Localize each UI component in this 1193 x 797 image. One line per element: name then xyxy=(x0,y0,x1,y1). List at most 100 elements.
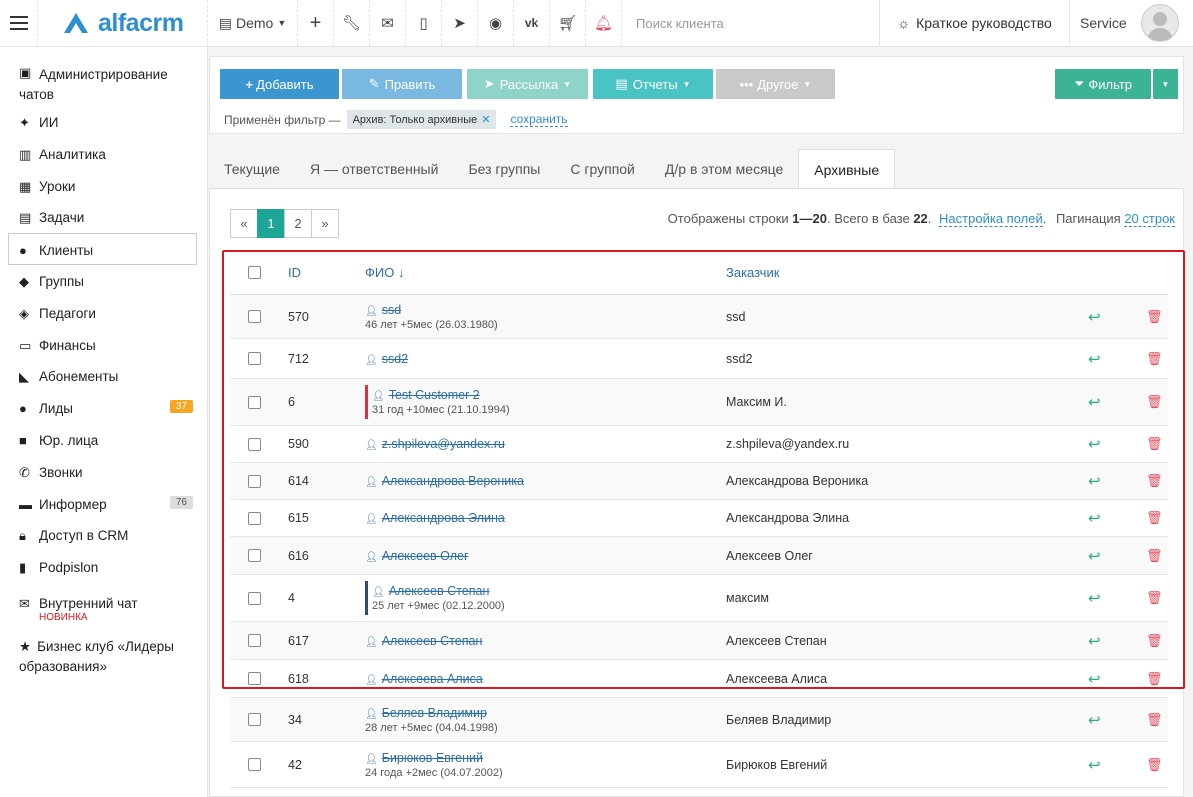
table-row[interactable]: 614 👤︎ Александрова Вероника Александрова В… xyxy=(230,463,1168,500)
row-checkbox[interactable] xyxy=(248,463,261,499)
tab-archived[interactable]: Архивные xyxy=(798,149,896,189)
restore-icon[interactable]: ↩ xyxy=(1088,339,1101,378)
user-menu[interactable]: Service xyxy=(1070,0,1193,46)
client-name-link[interactable]: 👤︎ Алексеев Олег xyxy=(365,549,469,563)
sidebar-item-lessons[interactable]: ▦ Уроки xyxy=(0,170,207,202)
client-name-link[interactable]: 👤︎ Алексеева Алиса xyxy=(365,672,483,686)
quick-guide-button[interactable]: ☼ Краткое руководство xyxy=(880,0,1070,46)
trash-icon[interactable]: 🗑︎ xyxy=(1146,426,1163,462)
avatar[interactable] xyxy=(1140,4,1179,42)
page-size-link[interactable]: 20 строк xyxy=(1124,211,1175,227)
table-row[interactable]: 712 👤︎ ssd2 ssd2 ↩ 🗑︎ xyxy=(230,339,1168,379)
sidebar-item-legal-entities[interactable]: ■ Юр. лица xyxy=(0,424,207,456)
table-row[interactable]: 615 👤︎ Александрова Элина Александрова Элин… xyxy=(230,500,1168,537)
row-checkbox[interactable] xyxy=(248,622,261,659)
trash-icon[interactable]: 🗑︎ xyxy=(1146,339,1163,378)
client-search-input[interactable]: Поиск клиента xyxy=(622,0,880,46)
sidebar-item-crm-access[interactable]: 🔒︎ Доступ в CRM xyxy=(0,519,207,551)
plus-icon[interactable]: + xyxy=(298,0,334,46)
page-2[interactable]: 2 xyxy=(284,209,312,238)
filter-button[interactable]: ⏷ Фильтр xyxy=(1055,69,1151,99)
tab-responsible[interactable]: Я — ответственный xyxy=(295,149,453,189)
restore-icon[interactable]: ↩ xyxy=(1088,660,1101,697)
sidebar-item-chat-admin[interactable]: ▣ Администрирование чатов xyxy=(0,59,207,106)
sidebar-item-podpislon[interactable]: ▮ Podpislon xyxy=(0,551,207,583)
sidebar-item-analytics[interactable]: ▥ Аналитика xyxy=(0,138,207,170)
trash-icon[interactable]: 🗑︎ xyxy=(1146,295,1163,338)
row-checkbox[interactable] xyxy=(248,295,261,338)
field-settings-link[interactable]: Настройка полей xyxy=(939,211,1043,227)
client-name-link[interactable]: 👤︎ Бирюков Евгений xyxy=(365,751,503,765)
tab-with-group[interactable]: С группой xyxy=(555,149,650,189)
restore-icon[interactable]: ↩ xyxy=(1088,295,1101,338)
filter-dropdown-button[interactable]: ▼ xyxy=(1153,69,1178,99)
row-checkbox[interactable] xyxy=(248,660,261,697)
add-button[interactable]: + Добавить xyxy=(220,69,339,99)
restore-icon[interactable]: ↩ xyxy=(1088,426,1101,462)
trash-icon[interactable]: 🗑︎ xyxy=(1146,500,1163,536)
tab-current[interactable]: Текущие xyxy=(209,149,295,189)
select-all-checkbox[interactable] xyxy=(248,266,261,279)
edit-button[interactable]: ✎ Править xyxy=(342,69,462,99)
trash-icon[interactable]: 🗑︎ xyxy=(1146,622,1163,659)
mobile-icon[interactable]: ▯ xyxy=(406,0,442,46)
logo[interactable]: alfacrm xyxy=(38,0,208,46)
row-checkbox[interactable] xyxy=(248,698,261,741)
cart-icon[interactable]: 🛒︎ xyxy=(550,0,586,46)
row-checkbox[interactable] xyxy=(248,575,261,621)
restore-icon[interactable]: ↩ xyxy=(1088,575,1101,621)
menu-icon[interactable] xyxy=(0,0,38,46)
reports-button[interactable]: ▤ Отчеты ▼ xyxy=(593,69,713,99)
vk-icon[interactable]: vk xyxy=(514,0,550,46)
table-row[interactable]: 34 👤︎ Беляев Владимир 28 лет +5мес (04.04.1… xyxy=(230,698,1168,742)
telegram-icon[interactable]: ➤ xyxy=(442,0,478,46)
trash-icon[interactable]: 🗑︎ xyxy=(1146,742,1163,787)
wrench-icon[interactable]: 🔧︎ xyxy=(334,0,370,46)
sidebar-item-finance[interactable]: ▭ Финансы xyxy=(0,329,207,361)
header-name[interactable]: ФИО ↓ xyxy=(365,265,404,280)
save-filter-link[interactable]: сохранить xyxy=(510,112,568,127)
sidebar-item-tasks[interactable]: ▤ Задачи xyxy=(0,201,207,233)
client-name-link[interactable]: 👤︎ ssd xyxy=(365,303,498,317)
row-checkbox[interactable] xyxy=(248,426,261,462)
restore-icon[interactable]: ↩ xyxy=(1088,698,1101,741)
client-name-link[interactable]: 👤︎ Алексеев Степан xyxy=(372,584,505,598)
page-prev[interactable]: « xyxy=(230,209,258,238)
page-1[interactable]: 1 xyxy=(257,209,285,238)
header-customer[interactable]: Заказчик xyxy=(726,265,779,280)
trash-icon[interactable]: 🗑︎ xyxy=(1146,537,1163,574)
table-row[interactable]: 616 👤︎ Алексеев Олег Алексеев Олег ↩ 🗑︎ xyxy=(230,537,1168,575)
row-checkbox[interactable] xyxy=(248,500,261,536)
client-name-link[interactable]: 👤︎ Беляев Владимир xyxy=(365,706,498,720)
table-row[interactable]: 590 👤︎ z.shpileva@yandex.ru z.shpileva@yand… xyxy=(230,426,1168,463)
trash-icon[interactable]: 🗑︎ xyxy=(1146,379,1163,425)
table-row[interactable]: 4 👤︎ Алексеев Степан 25 лет +9мес (02.12.20… xyxy=(230,575,1168,622)
row-checkbox[interactable] xyxy=(248,339,261,378)
sidebar-item-informer[interactable]: ▬ Информер 76 xyxy=(0,488,207,520)
branch-select[interactable]: ▤ Demo ▼ xyxy=(208,0,298,46)
row-checkbox[interactable] xyxy=(248,379,261,425)
other-button[interactable]: ••• Другое ▼ xyxy=(716,69,835,99)
mailing-button[interactable]: ➤ Рассылка ▼ xyxy=(467,69,588,99)
bell-icon[interactable]: 🔔︎ xyxy=(586,0,622,46)
client-name-link[interactable]: 👤︎ Test Customer 2 xyxy=(372,388,510,402)
trash-icon[interactable]: 🗑︎ xyxy=(1146,660,1163,697)
sidebar-item-teachers[interactable]: ◈ Педагоги xyxy=(0,297,207,329)
sidebar-item-subscriptions[interactable]: ◣ Абонементы xyxy=(0,360,207,392)
close-icon[interactable]: ✕ xyxy=(481,114,490,126)
page-next[interactable]: » xyxy=(311,209,339,238)
table-row[interactable]: 618 👤︎ Алексеева Алиса Алексеева Алиса ↩ 🗑︎ xyxy=(230,660,1168,698)
tab-birthdays[interactable]: Д/р в этом месяце xyxy=(650,149,798,189)
restore-icon[interactable]: ↩ xyxy=(1088,463,1101,499)
restore-icon[interactable]: ↩ xyxy=(1088,537,1101,574)
mail-icon[interactable]: ✉ xyxy=(370,0,406,46)
row-checkbox[interactable] xyxy=(248,537,261,574)
client-name-link[interactable]: 👤︎ z.shpileva@yandex.ru xyxy=(365,437,505,451)
whatsapp-icon[interactable]: ◉ xyxy=(478,0,514,46)
sidebar-item-leads[interactable]: ● Лиды 37 xyxy=(0,392,207,424)
row-checkbox[interactable] xyxy=(248,742,261,787)
sidebar-item-ai[interactable]: ✦ ИИ xyxy=(0,106,207,138)
restore-icon[interactable]: ↩ xyxy=(1088,742,1101,787)
table-row[interactable]: 6 👤︎ Test Customer 2 31 год +10мес (21.10.1… xyxy=(230,379,1168,426)
trash-icon[interactable]: 🗑︎ xyxy=(1146,698,1163,741)
